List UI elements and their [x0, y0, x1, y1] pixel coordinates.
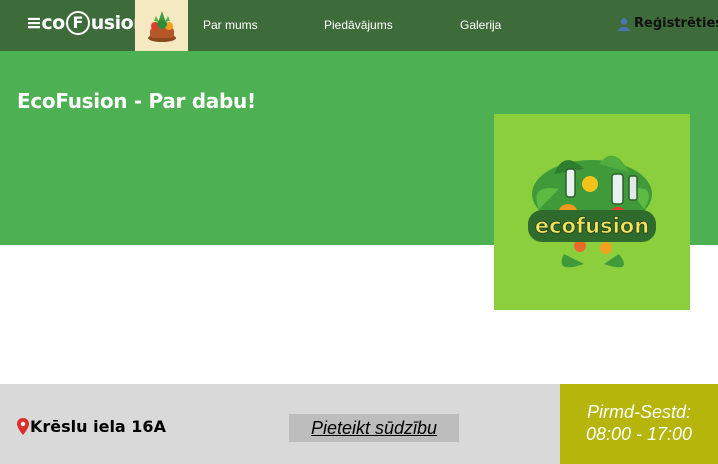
ecofusion-logo-card: ecofusion [494, 114, 690, 310]
location-pin-icon [17, 418, 29, 435]
brand-prefix: ≡co [26, 12, 65, 34]
submit-complaint-button[interactable]: Pieteikt sūdzību [289, 414, 459, 442]
page-title: EcoFusion - Par dabu! [17, 89, 256, 113]
register-label: Reģistrēties [634, 16, 718, 31]
address-text: Krēslu iela 16A [30, 417, 166, 436]
brand-f-circle: F [65, 11, 90, 35]
nav-link-offer[interactable]: Piedāvājums [324, 18, 393, 32]
footer-bar: Krēslu iela 16A Pieteikt sūdzību Pirmd-S… [0, 384, 718, 464]
hours-time: 08:00 - 17:00 [585, 424, 693, 444]
nav-link-about[interactable]: Par mums [203, 18, 258, 32]
food-basket-icon [147, 10, 176, 42]
ecofusion-logo-image: ecofusion [528, 155, 656, 268]
opening-hours: Pirmd-Sestd: 08:00 - 17:00 [560, 384, 718, 464]
brand-logo[interactable]: ≡co Fusion [26, 11, 147, 35]
ecofusion-logo-text: ecofusion [535, 214, 649, 238]
hours-days: Pirmd-Sestd: [586, 402, 692, 422]
top-navbar: ≡co Fusion Par mums Piedāvājums Galerija … [0, 0, 718, 51]
nav-logo-image[interactable] [135, 0, 188, 51]
nav-link-gallery[interactable]: Galerija [460, 18, 501, 32]
user-icon [618, 17, 630, 31]
address: Krēslu iela 16A [16, 417, 166, 436]
register-link[interactable]: Reģistrēties [617, 16, 718, 31]
